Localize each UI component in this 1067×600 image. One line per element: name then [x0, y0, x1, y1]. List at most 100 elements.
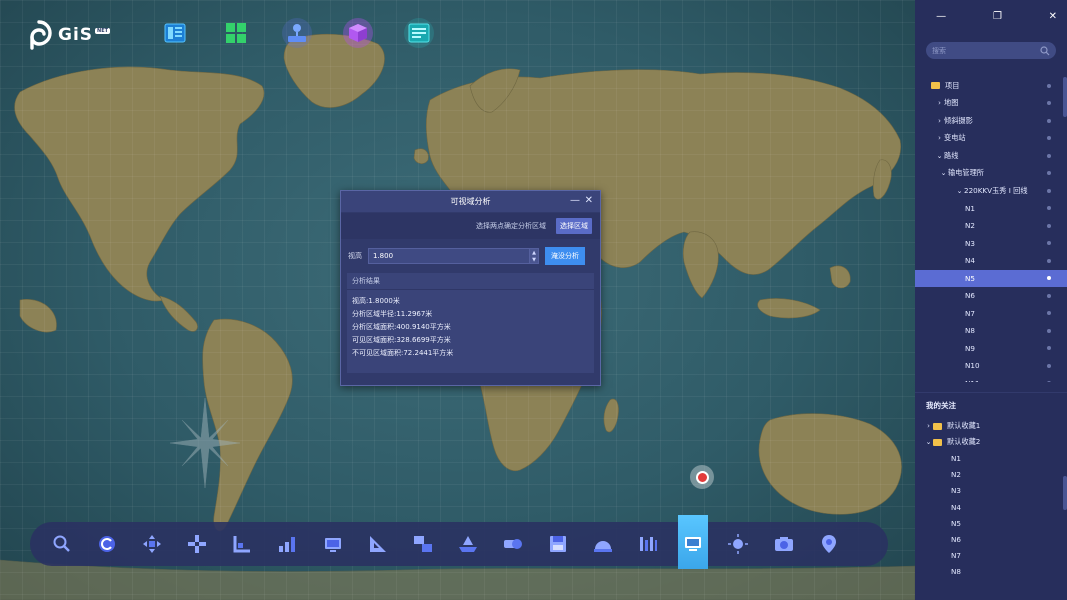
camera-button[interactable] [770, 530, 798, 558]
save-button[interactable] [544, 530, 572, 558]
tree-item[interactable]: ⌄ 220KKV玉秀 I 回线 [915, 182, 1067, 200]
favorite-item[interactable]: N6 [915, 531, 1067, 547]
tree-item[interactable]: N9 [915, 340, 1067, 358]
dialog-header[interactable]: 可视域分析 — ✕ [341, 191, 600, 212]
monitor-button[interactable] [319, 530, 347, 558]
height-stepper[interactable]: ▲ ▼ [529, 249, 538, 263]
tree-item[interactable]: N1 [915, 200, 1067, 218]
tree-item[interactable]: N6 [915, 287, 1067, 305]
grid-button[interactable] [221, 18, 251, 48]
minimize-window-icon[interactable]: — [927, 11, 955, 22]
chevron-right-icon[interactable]: › [935, 99, 944, 107]
favorite-item[interactable]: N3 [915, 483, 1067, 499]
tree-item[interactable]: N10 [915, 357, 1067, 375]
triangle-ruler-button[interactable] [364, 530, 392, 558]
favorite-item[interactable]: › 默认收藏1 [915, 418, 1067, 434]
visibility-dot-icon[interactable] [1047, 381, 1051, 382]
favorite-item[interactable]: N2 [915, 467, 1067, 483]
tree-item[interactable]: › 变电站 [915, 130, 1067, 148]
favorite-item-label: N6 [951, 534, 961, 544]
tree-item[interactable]: N8 [915, 322, 1067, 340]
boat-button[interactable] [454, 530, 482, 558]
light-button[interactable] [724, 530, 752, 558]
visibility-dot-icon[interactable] [1047, 118, 1051, 123]
visibility-dot-icon[interactable] [1047, 328, 1051, 333]
split-view-button[interactable] [409, 530, 437, 558]
flood-analysis-button[interactable]: 淹没分析 [545, 247, 585, 265]
visibility-dot-icon[interactable] [1047, 258, 1051, 263]
pan-button[interactable] [138, 530, 166, 558]
favorite-item[interactable]: N8 [915, 564, 1067, 578]
favorite-item[interactable]: N4 [915, 499, 1067, 515]
select-area-button[interactable]: 选择区域 [556, 218, 592, 234]
favorite-item[interactable]: N5 [915, 515, 1067, 531]
list-button[interactable] [404, 18, 434, 48]
chart-button[interactable] [273, 530, 301, 558]
search-icon[interactable] [1040, 45, 1050, 56]
visibility-dot-icon[interactable] [1047, 223, 1051, 228]
tree-item[interactable]: N4 [915, 252, 1067, 270]
location-button[interactable] [815, 530, 843, 558]
visibility-dot-icon[interactable] [1047, 188, 1051, 193]
close-window-icon[interactable]: ✕ [1039, 11, 1067, 22]
visibility-dot-icon[interactable] [1047, 276, 1051, 281]
favorite-item[interactable]: ⌄ 默认收藏2 [915, 434, 1067, 450]
crosshair-button[interactable] [183, 530, 211, 558]
tree-item[interactable]: N5 [915, 269, 1067, 287]
chevron-right-icon[interactable]: › [935, 134, 944, 142]
height-label: 视高 [348, 252, 362, 260]
screen-analysis-button[interactable] [678, 515, 709, 569]
tree-item[interactable]: N3 [915, 235, 1067, 253]
tree-item-label: N2 [965, 221, 975, 231]
favorite-item[interactable]: N1 [915, 450, 1067, 466]
tree-item-label: N9 [965, 343, 975, 353]
chevron-right-icon[interactable]: › [935, 117, 944, 125]
dome-button[interactable] [589, 530, 617, 558]
visibility-dot-icon[interactable] [1047, 153, 1051, 158]
visibility-dot-icon[interactable] [1047, 171, 1051, 176]
cube-button[interactable] [343, 18, 373, 48]
tree-item[interactable]: N2 [915, 217, 1067, 235]
tree-item[interactable]: ⌄ 路线 [915, 147, 1067, 165]
tree-item[interactable]: N7 [915, 305, 1067, 323]
window-controls: — ❐ ✕ [915, 0, 1067, 32]
search-input[interactable] [932, 46, 1040, 55]
tree-item[interactable]: › 倾斜摄影 [915, 112, 1067, 130]
visibility-dot-icon[interactable] [1047, 241, 1051, 246]
visibility-dot-icon[interactable] [1047, 363, 1051, 368]
favorite-item[interactable]: N7 [915, 548, 1067, 564]
rotate-button[interactable] [93, 530, 121, 558]
visibility-dot-icon[interactable] [1047, 136, 1051, 141]
height-input[interactable]: 1.800 ▲ ▼ [368, 248, 539, 264]
minimize-icon[interactable]: — [570, 195, 580, 207]
restore-window-icon[interactable]: ❐ [983, 11, 1011, 22]
step-up-icon[interactable]: ▲ [529, 249, 538, 256]
location-marker[interactable] [690, 465, 714, 489]
angle-button[interactable] [228, 530, 256, 558]
dialog-title: 可视域分析 [450, 197, 491, 206]
step-down-icon[interactable]: ▼ [529, 256, 538, 263]
zoom-button[interactable] [48, 530, 76, 558]
chevron-down-icon[interactable]: ⌄ [955, 187, 964, 195]
toggle-button[interactable] [499, 530, 527, 558]
close-icon[interactable]: ✕ [585, 195, 593, 207]
chevron-down-icon[interactable]: ⌄ [939, 169, 948, 177]
tree-item[interactable]: 项目 [915, 77, 1067, 95]
panel-button[interactable] [160, 18, 190, 48]
favorite-item-label: N5 [951, 518, 961, 528]
visibility-dot-icon[interactable] [1047, 101, 1051, 106]
visibility-dot-icon[interactable] [1047, 311, 1051, 316]
column-button[interactable] [634, 530, 662, 558]
tree-item[interactable]: N11 [915, 375, 1067, 382]
tree-item[interactable]: ⌄ 输电管理所 [915, 165, 1067, 183]
layers-button[interactable] [282, 18, 312, 48]
chevron-down-icon[interactable]: ⌄ [924, 438, 933, 446]
visibility-dot-icon[interactable] [1047, 83, 1051, 88]
visibility-dot-icon[interactable] [1047, 346, 1051, 351]
visibility-dot-icon[interactable] [1047, 293, 1051, 298]
tree-item[interactable]: › 地图 [915, 95, 1067, 113]
chevron-right-icon[interactable]: › [924, 422, 933, 430]
result-line: 不可见区域面积:72.2441平方米 [352, 349, 454, 357]
visibility-dot-icon[interactable] [1047, 206, 1051, 211]
chevron-down-icon[interactable]: ⌄ [935, 152, 944, 160]
